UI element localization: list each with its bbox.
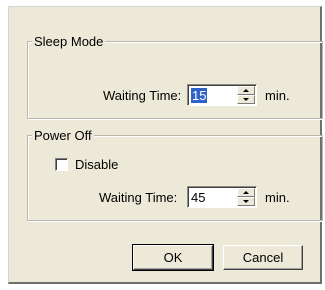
sleep-waiting-time-spin-buttons: [237, 86, 255, 104]
sleep-settings-dialog: Sleep Mode Waiting Time: 15 min. Power O…: [8, 6, 323, 284]
power-off-waiting-time-unit: min.: [265, 190, 290, 205]
sleep-waiting-time-spinner[interactable]: 15: [187, 84, 257, 106]
sleep-waiting-time-label: Waiting Time:: [103, 88, 182, 103]
disable-checkbox[interactable]: [55, 158, 68, 171]
power-off-waiting-time-spinner[interactable]: 45: [187, 186, 257, 208]
power-off-waiting-time-increment-button[interactable]: [237, 188, 255, 197]
arrow-down-icon: [243, 98, 249, 101]
sleep-waiting-time-decrement-button[interactable]: [237, 95, 255, 104]
power-off-group: Power Off: [27, 128, 323, 221]
ok-button[interactable]: OK: [132, 244, 214, 271]
sleep-waiting-time-input[interactable]: 15: [191, 88, 235, 104]
power-off-title: Power Off: [32, 128, 94, 143]
sleep-waiting-time-value: 15: [191, 88, 208, 103]
power-off-waiting-time-label: Waiting Time:: [99, 190, 178, 205]
arrow-up-icon: [243, 89, 249, 92]
power-off-waiting-time-input[interactable]: 45: [191, 190, 235, 206]
arrow-down-icon: [243, 200, 249, 203]
sleep-mode-title: Sleep Mode: [32, 34, 106, 49]
cancel-button[interactable]: Cancel: [223, 245, 303, 270]
power-off-waiting-time-spin-buttons: [237, 188, 255, 206]
sleep-waiting-time-unit: min.: [265, 88, 290, 103]
disable-checkbox-label[interactable]: Disable: [75, 157, 118, 173]
arrow-up-icon: [243, 191, 249, 194]
sleep-waiting-time-increment-button[interactable]: [237, 86, 255, 95]
sleep-mode-group: Sleep Mode: [27, 34, 323, 119]
power-off-waiting-time-decrement-button[interactable]: [237, 197, 255, 206]
